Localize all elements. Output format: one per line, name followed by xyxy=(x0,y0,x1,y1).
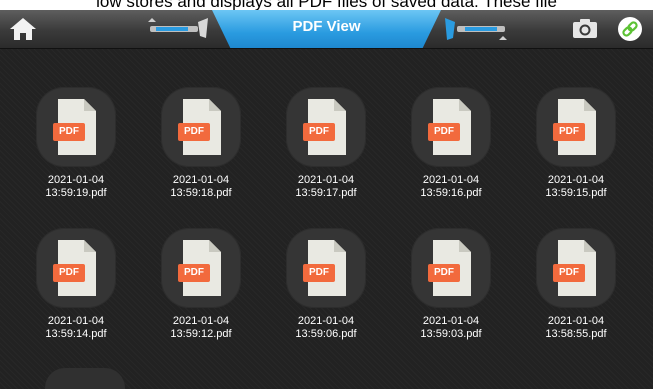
top-bar: PDF View xyxy=(0,10,653,49)
file-name: 2021-01-04 13:59:14.pdf xyxy=(21,315,131,341)
pdf-view-screen: PDF View PDF 2021-01-04 13:59:19.pdf PDF… xyxy=(0,10,653,389)
link-icon xyxy=(618,17,642,41)
pdf-file-item[interactable]: PDF 2021-01-04 13:59:17.pdf xyxy=(271,87,381,219)
file-date: 2021-01-04 xyxy=(297,174,355,186)
pdf-file-item[interactable]: PDF 2021-01-04 13:59:15.pdf xyxy=(521,87,631,219)
file-time: 13:59:19.pdf xyxy=(45,187,107,199)
pdf-file-tile[interactable]: PDF xyxy=(286,87,366,167)
partial-file-tile[interactable] xyxy=(45,368,125,389)
file-time: 13:58:55.pdf xyxy=(545,328,607,340)
pdf-badge: PDF xyxy=(184,267,204,278)
file-time: 13:59:15.pdf xyxy=(545,187,607,199)
file-name: 2021-01-04 13:59:18.pdf xyxy=(146,174,256,200)
pdf-file-item[interactable]: PDF 2021-01-04 13:59:18.pdf xyxy=(146,87,256,219)
file-name: 2021-01-04 13:59:16.pdf xyxy=(396,174,506,200)
pdf-badge: PDF xyxy=(184,126,204,137)
pdf-badge: PDF xyxy=(434,126,454,137)
pdf-file-tile[interactable]: PDF xyxy=(286,228,366,308)
pdf-badge: PDF xyxy=(434,267,454,278)
file-date: 2021-01-04 xyxy=(297,315,355,327)
camera-button[interactable] xyxy=(572,17,598,39)
pdf-badge: PDF xyxy=(309,126,329,137)
file-time: 13:59:06.pdf xyxy=(295,328,357,340)
pdf-file-tile[interactable]: PDF xyxy=(161,87,241,167)
home-icon xyxy=(10,18,36,40)
file-date: 2021-01-04 xyxy=(422,174,480,186)
pdf-file-tile[interactable]: PDF xyxy=(411,87,491,167)
file-name: 2021-01-04 13:59:15.pdf xyxy=(521,174,631,200)
file-name: 2021-01-04 13:59:06.pdf xyxy=(271,315,381,341)
pdf-file-item[interactable]: PDF 2021-01-04 13:59:14.pdf xyxy=(21,228,131,360)
file-name: 2021-01-04 13:59:03.pdf xyxy=(396,315,506,341)
pdf-badge: PDF xyxy=(559,267,579,278)
file-date: 2021-01-04 xyxy=(172,174,230,186)
link-button[interactable] xyxy=(617,16,643,42)
file-date: 2021-01-04 xyxy=(547,315,605,327)
pdf-badge: PDF xyxy=(559,126,579,137)
pdf-file-item[interactable]: PDF 2021-01-04 13:59:12.pdf xyxy=(146,228,256,360)
pdf-badge: PDF xyxy=(59,126,79,137)
file-date: 2021-01-04 xyxy=(547,174,605,186)
file-time: 13:59:17.pdf xyxy=(295,187,357,199)
file-time: 13:59:14.pdf xyxy=(45,328,107,340)
file-time: 13:59:12.pdf xyxy=(170,328,232,340)
pdf-file-tile[interactable]: PDF xyxy=(411,228,491,308)
file-time: 13:59:18.pdf xyxy=(170,187,232,199)
file-name: 2021-01-04 13:59:12.pdf xyxy=(146,315,256,341)
pdf-file-item[interactable]: PDF 2021-01-04 13:58:55.pdf xyxy=(521,228,631,360)
file-date: 2021-01-04 xyxy=(47,315,105,327)
pdf-file-tile[interactable]: PDF xyxy=(536,87,616,167)
pdf-file-item[interactable]: PDF 2021-01-04 13:59:16.pdf xyxy=(396,87,506,219)
pdf-badge: PDF xyxy=(309,267,329,278)
header-decoration-right xyxy=(445,18,507,40)
file-time: 13:59:16.pdf xyxy=(420,187,482,199)
document-caption: low stores and displays all PDF files of… xyxy=(96,0,557,10)
pdf-file-tile[interactable]: PDF xyxy=(536,228,616,308)
pdf-file-tile[interactable]: PDF xyxy=(36,228,116,308)
file-name: 2021-01-04 13:58:55.pdf xyxy=(521,315,631,341)
file-date: 2021-01-04 xyxy=(422,315,480,327)
file-date: 2021-01-04 xyxy=(172,315,230,327)
pdf-file-tile[interactable]: PDF xyxy=(36,87,116,167)
file-name: 2021-01-04 13:59:17.pdf xyxy=(271,174,381,200)
home-button[interactable] xyxy=(8,15,38,43)
pdf-badge: PDF xyxy=(59,267,79,278)
header-decoration-left xyxy=(148,18,208,38)
pdf-file-item[interactable]: PDF 2021-01-04 13:59:06.pdf xyxy=(271,228,381,360)
camera-icon xyxy=(573,19,597,38)
pdf-file-tile[interactable]: PDF xyxy=(161,228,241,308)
file-time: 13:59:03.pdf xyxy=(420,328,482,340)
page-title: PDF View xyxy=(292,18,361,35)
pdf-file-item[interactable]: PDF 2021-01-04 13:59:03.pdf xyxy=(396,228,506,360)
file-date: 2021-01-04 xyxy=(47,174,105,186)
pdf-file-item[interactable]: PDF 2021-01-04 13:59:19.pdf xyxy=(21,87,131,219)
file-name: 2021-01-04 13:59:19.pdf xyxy=(21,174,131,200)
